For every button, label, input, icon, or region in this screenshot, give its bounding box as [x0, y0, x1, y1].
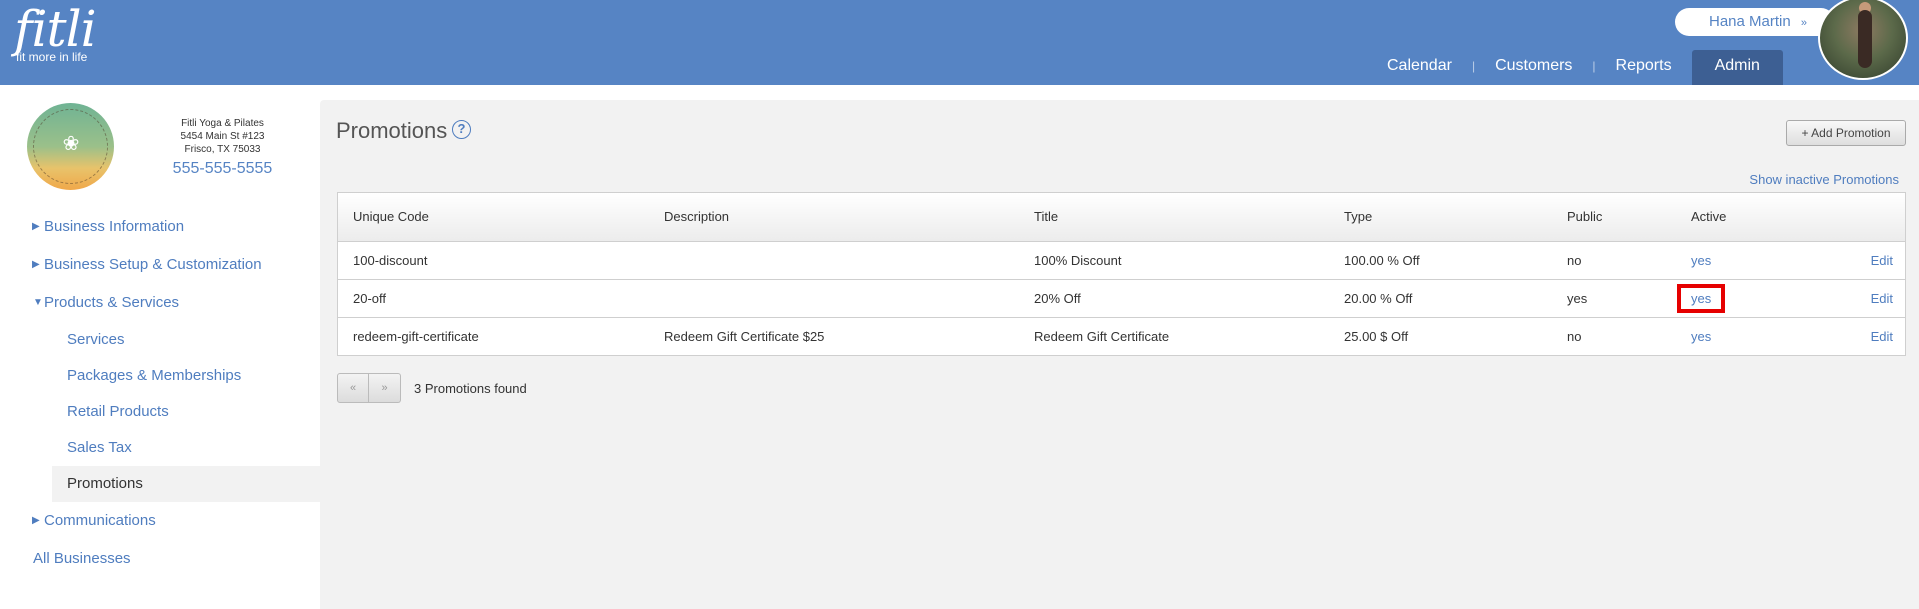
col-actions — [1816, 193, 1905, 242]
add-promotion-button[interactable]: + Add Promotion — [1786, 120, 1906, 146]
fitli-logo[interactable]: fitli fit more in life — [14, 0, 97, 64]
nav-customers[interactable]: Customers — [1475, 50, 1592, 85]
col-title[interactable]: Title — [1019, 193, 1329, 242]
sidebar-subitem-sales-tax[interactable]: Sales Tax — [0, 430, 320, 466]
chevron-down-icon: » — [1800, 17, 1807, 29]
col-public[interactable]: Public — [1552, 193, 1676, 242]
table-header-row: Unique Code Description Title Type Publi… — [338, 193, 1905, 242]
sidebar-item-business-information[interactable]: ▶ Business Information — [0, 208, 320, 246]
cell-code: 20-off — [338, 279, 649, 318]
help-icon[interactable]: ? — [452, 120, 471, 139]
col-unique-code[interactable]: Unique Code — [338, 193, 649, 242]
page-title: Promotions — [336, 118, 448, 143]
cell-public: yes — [1552, 279, 1676, 318]
main-panel: Promotions ? + Add Promotion Show inacti… — [320, 100, 1919, 609]
results-count: 3 Promotions found — [414, 380, 527, 396]
side-nav: ▶ Business Information ▶ Business Setup … — [0, 208, 320, 578]
next-page-button[interactable]: » — [369, 373, 401, 403]
sidebar-subitem-packages[interactable]: Packages & Memberships — [0, 358, 320, 394]
business-logo: ❀ — [27, 103, 114, 190]
cell-public: no — [1552, 241, 1676, 280]
cell-active-toggle[interactable]: yes — [1676, 241, 1816, 280]
cell-active-toggle-highlighted[interactable]: yes — [1677, 283, 1726, 313]
business-address-line2: Frisco, TX 75033 — [184, 144, 261, 155]
cell-title: 100% Discount — [1019, 241, 1329, 280]
business-address-line1: 5454 Main St #123 — [180, 131, 265, 142]
col-description[interactable]: Description — [649, 193, 1019, 242]
cell-description: Redeem Gift Certificate $25 — [664, 328, 825, 344]
promotions-table: Unique Code Description Title Type Publi… — [337, 192, 1906, 356]
business-info: Fitli Yoga & Pilates 5454 Main St #123 F… — [140, 117, 305, 180]
sidebar-subitem-retail-products[interactable]: Retail Products — [0, 394, 320, 430]
sidebar-item-business-setup[interactable]: ▶ Business Setup & Customization — [0, 246, 320, 284]
table-row: 20-off 20% Off 20.00 % Off yes yes Edit — [338, 279, 1905, 318]
table-row: 100-discount 100% Discount 100.00 % Off … — [338, 241, 1905, 280]
lotus-meditation-icon: ❀ — [62, 133, 80, 155]
caret-right-icon: ▶ — [32, 259, 40, 270]
edit-link[interactable]: Edit — [1816, 279, 1905, 318]
sidebar-item-label: Business Information — [44, 218, 185, 235]
cell-active-cell: yes — [1676, 279, 1816, 318]
avatar-figure — [1858, 10, 1872, 68]
sidebar-subitem-services[interactable]: Services — [0, 322, 320, 358]
edit-link[interactable]: Edit — [1816, 317, 1905, 355]
nav-admin[interactable]: Admin — [1691, 50, 1783, 85]
sidebar-item-label: Products & Services — [44, 294, 180, 311]
nav-calendar[interactable]: Calendar — [1367, 50, 1472, 85]
cell-type: 100.00 % Off — [1329, 241, 1552, 280]
table-row: redeem-gift-certificate Redeem Gift Cert… — [338, 317, 1905, 355]
cell-description — [649, 279, 1019, 318]
business-name: Fitli Yoga & Pilates — [181, 118, 264, 129]
user-name: Hana Martin — [1709, 13, 1791, 30]
cell-code: redeem-gift-certificate — [353, 328, 479, 344]
cell-active-toggle[interactable]: yes — [1676, 317, 1816, 355]
user-menu-button[interactable]: Hana Martin » — [1675, 8, 1835, 36]
nav-reports[interactable]: Reports — [1596, 50, 1692, 85]
top-nav: Calendar | Customers | Reports Admin — [1367, 50, 1783, 85]
edit-link[interactable]: Edit — [1816, 241, 1905, 280]
caret-right-icon: ▶ — [32, 221, 40, 232]
cell-description — [649, 241, 1019, 280]
top-header: fitli fit more in life Hana Martin » Cal… — [0, 0, 1919, 85]
sidebar: ❀ Fitli Yoga & Pilates 5454 Main St #123… — [0, 85, 320, 609]
pagination: « » 3 Promotions found — [337, 373, 527, 403]
sidebar-item-all-businesses[interactable]: All Businesses — [0, 540, 320, 578]
cell-title: Redeem Gift Certificate — [1034, 328, 1170, 344]
col-type[interactable]: Type — [1329, 193, 1552, 242]
sidebar-item-label: Communications — [44, 512, 156, 529]
caret-down-icon: ▼ — [33, 297, 43, 308]
sidebar-item-label: Business Setup & Customization — [44, 256, 262, 273]
cell-title: 20% Off — [1019, 279, 1329, 318]
cell-type: 20.00 % Off — [1329, 279, 1552, 318]
prev-page-button[interactable]: « — [337, 373, 369, 403]
logo-tagline: fit more in life — [16, 50, 88, 64]
caret-right-icon: ▶ — [32, 515, 40, 526]
sidebar-subitem-promotions[interactable]: Promotions — [52, 466, 320, 502]
cell-public: no — [1567, 328, 1582, 344]
logo-word: fitli — [14, 0, 97, 58]
sidebar-item-products-services[interactable]: ▼ Products & Services — [0, 284, 320, 322]
cell-code: 100-discount — [338, 241, 649, 280]
sidebar-item-communications[interactable]: ▶ Communications — [0, 502, 320, 540]
avatar[interactable] — [1818, 0, 1908, 80]
col-active[interactable]: Active — [1676, 193, 1816, 242]
cell-type: 25.00 $ Off — [1344, 328, 1409, 344]
business-phone[interactable]: 555-555-5555 — [140, 158, 305, 180]
show-inactive-link[interactable]: Show inactive Promotions — [1749, 172, 1899, 187]
